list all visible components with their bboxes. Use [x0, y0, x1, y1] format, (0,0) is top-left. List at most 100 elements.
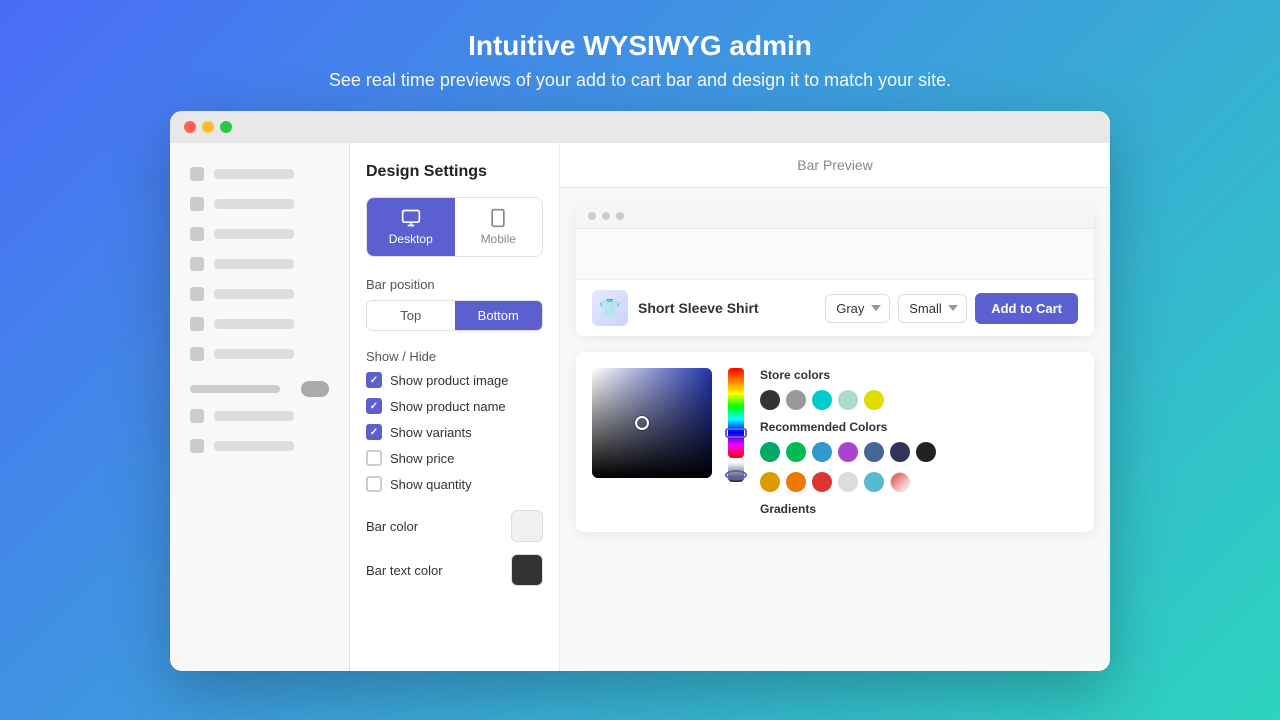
- store-color-4[interactable]: [838, 390, 858, 410]
- hue-slider-handle: [725, 428, 747, 438]
- rec-color-1[interactable]: [760, 442, 780, 462]
- show-variants-row: Show variants: [366, 424, 543, 440]
- position-top[interactable]: Top: [367, 301, 455, 330]
- desktop-icon: [401, 208, 421, 228]
- grad-color-1[interactable]: [760, 472, 780, 492]
- close-button[interactable]: [184, 121, 196, 133]
- hue-slider-container: [728, 368, 744, 516]
- show-price-checkbox[interactable]: [366, 450, 382, 466]
- rec-color-3[interactable]: [812, 442, 832, 462]
- header: Intuitive WYSIWYG admin See real time pr…: [309, 0, 971, 111]
- cart-bar: 👕 Short Sleeve Shirt Gray Small A: [576, 279, 1094, 336]
- bar-color-label: Bar color: [366, 519, 418, 534]
- store-color-5[interactable]: [864, 390, 884, 410]
- grad-color-3[interactable]: [812, 472, 832, 492]
- hue-slider[interactable]: [728, 368, 744, 458]
- tab-mobile-label: Mobile: [481, 232, 516, 246]
- point-of-sale-icon: [190, 439, 204, 453]
- position-bottom[interactable]: Bottom: [455, 301, 543, 330]
- product-name: Short Sleeve Shirt: [638, 300, 759, 316]
- preview-panel: Bar Preview 👕 Short Sleeve Shirt: [560, 143, 1110, 671]
- header-subtitle: See real time previews of your add to ca…: [329, 70, 951, 91]
- show-product-image-row: Show product image: [366, 372, 543, 388]
- apps-icon: [190, 347, 204, 361]
- show-price-row: Show price: [366, 450, 543, 466]
- rec-color-2[interactable]: [786, 442, 806, 462]
- position-tabs: Top Bottom: [366, 300, 543, 331]
- gradients-title: Gradients: [760, 502, 1078, 516]
- tab-desktop-label: Desktop: [389, 232, 433, 246]
- header-title: Intuitive WYSIWYG admin: [329, 30, 951, 62]
- sidebar-item-analytics[interactable]: [170, 279, 349, 309]
- title-bar: [170, 111, 1110, 143]
- show-product-image-label: Show product image: [390, 373, 509, 388]
- grad-color-4[interactable]: [838, 472, 858, 492]
- show-product-name-row: Show product name: [366, 398, 543, 414]
- sidebar-analytics-label: [214, 289, 294, 299]
- variant-size-select[interactable]: Small: [898, 294, 967, 323]
- gradient-picker[interactable]: [592, 368, 712, 478]
- store-color-1[interactable]: [760, 390, 780, 410]
- sidebar-toggle[interactable]: [301, 381, 329, 397]
- bar-text-color-row: Bar text color: [366, 554, 543, 586]
- cart-bar-right: Gray Small Add to Cart: [825, 293, 1078, 324]
- recommended-colors-title: Recommended Colors: [760, 420, 1078, 434]
- colors-section: Store colors Recommended Colors: [760, 368, 1078, 516]
- bar-preview-label: Bar Preview: [560, 143, 1110, 188]
- show-quantity-checkbox[interactable]: [366, 476, 382, 492]
- bar-color-swatch[interactable]: [511, 510, 543, 542]
- minimize-button[interactable]: [202, 121, 214, 133]
- rec-color-4[interactable]: [838, 442, 858, 462]
- sidebar-item-discounts[interactable]: [170, 309, 349, 339]
- show-price-label: Show price: [390, 451, 454, 466]
- sidebar-item-point-of-sale[interactable]: [170, 431, 349, 461]
- rec-color-7[interactable]: [916, 442, 936, 462]
- add-to-cart-button[interactable]: Add to Cart: [975, 293, 1078, 324]
- show-product-name-checkbox[interactable]: [366, 398, 382, 414]
- tab-mobile[interactable]: Mobile: [455, 198, 543, 256]
- products-icon: [190, 227, 204, 241]
- store-colors-title: Store colors: [760, 368, 1078, 382]
- design-settings-panel: Design Settings Desktop: [350, 143, 560, 671]
- sidebar-orders-label: [214, 199, 294, 209]
- gradient-picker-cursor: [635, 416, 649, 430]
- show-quantity-row: Show quantity: [366, 476, 543, 492]
- analytics-icon: [190, 287, 204, 301]
- app-window: Design Settings Desktop: [170, 111, 1110, 671]
- browser-dot-1: [588, 212, 596, 220]
- store-color-3[interactable]: [812, 390, 832, 410]
- sidebar-item-online-store[interactable]: [170, 401, 349, 431]
- show-product-image-checkbox[interactable]: [366, 372, 382, 388]
- variant-color-select[interactable]: Gray: [825, 294, 890, 323]
- bar-text-color-swatch[interactable]: [511, 554, 543, 586]
- device-tabs: Desktop Mobile: [366, 197, 543, 257]
- sidebar-item-products[interactable]: [170, 219, 349, 249]
- show-quantity-label: Show quantity: [390, 477, 472, 492]
- alpha-slider-handle: [725, 470, 747, 480]
- sidebar-item-orders[interactable]: [170, 189, 349, 219]
- show-variants-checkbox[interactable]: [366, 424, 382, 440]
- rec-color-5[interactable]: [864, 442, 884, 462]
- grad-color-2[interactable]: [786, 472, 806, 492]
- bar-color-row: Bar color: [366, 510, 543, 542]
- color-picker-section: Store colors Recommended Colors: [576, 352, 1094, 532]
- maximize-button[interactable]: [220, 121, 232, 133]
- sidebar-discounts-label: [214, 319, 294, 329]
- mobile-icon: [488, 208, 508, 228]
- browser-dot-3: [616, 212, 624, 220]
- show-variants-label: Show variants: [390, 425, 472, 440]
- sidebar-item-apps[interactable]: [170, 339, 349, 369]
- alpha-slider[interactable]: [728, 462, 744, 482]
- show-product-name-label: Show product name: [390, 399, 506, 414]
- sidebar-home-label: [214, 169, 294, 179]
- grad-color-5[interactable]: [864, 472, 884, 492]
- sidebar-apps-label: [214, 349, 294, 359]
- tab-desktop[interactable]: Desktop: [367, 198, 455, 256]
- sidebar: [170, 143, 350, 671]
- product-thumbnail: 👕: [592, 290, 628, 326]
- sidebar-item-home[interactable]: [170, 159, 349, 189]
- rec-color-6[interactable]: [890, 442, 910, 462]
- sidebar-item-customers[interactable]: [170, 249, 349, 279]
- store-color-2[interactable]: [786, 390, 806, 410]
- grad-color-6[interactable]: [890, 472, 910, 492]
